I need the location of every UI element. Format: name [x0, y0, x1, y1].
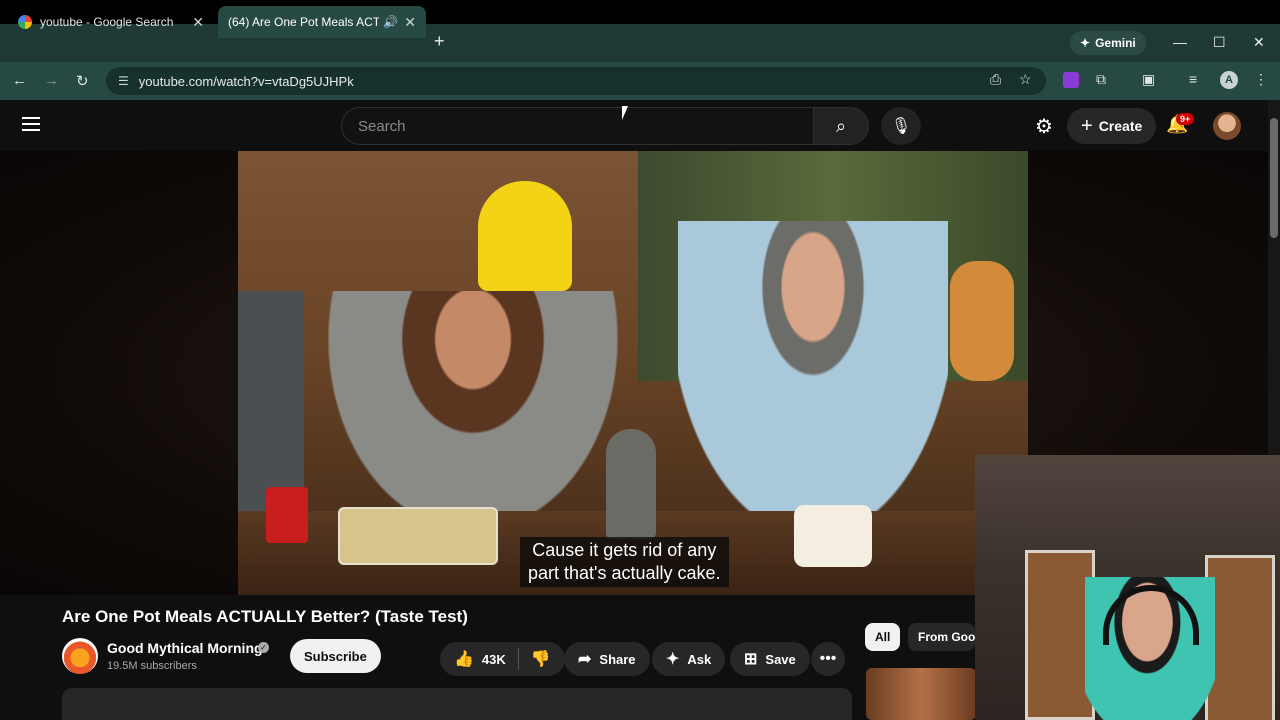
sparkle-icon: ✦ [1080, 36, 1091, 50]
scrollbar-thumb[interactable] [1270, 118, 1278, 238]
microphone-icon: 🎙 [890, 118, 912, 135]
gemini-label: Gemini [1095, 36, 1136, 50]
sparkle-icon: ✦ [666, 651, 680, 668]
tab-title: youtube - Google Search [40, 15, 174, 29]
share-label: Share [599, 651, 636, 667]
bookmark-icon: ⊞ [744, 651, 758, 668]
voice-search-button[interactable]: 🎙 [881, 107, 921, 145]
extension-purple-icon[interactable] [1063, 72, 1079, 88]
back-button[interactable]: ← [12, 72, 27, 89]
tab-title: (64) Are One Pot Meals ACTUALLY Better? … [228, 15, 380, 29]
plus-icon: + [1081, 114, 1093, 137]
chip-from-channel[interactable]: From Good [908, 623, 975, 651]
share-button[interactable]: ➦ Share [564, 642, 650, 676]
reload-button[interactable]: ↻ [76, 72, 89, 90]
mouse-cursor-icon [622, 106, 634, 120]
like-count[interactable]: 43K [482, 652, 506, 667]
site-settings-icon[interactable]: ☰ [118, 74, 129, 88]
speaker-icon[interactable]: 🔊 [383, 15, 398, 29]
video-scene-casserole-dish [338, 507, 498, 565]
media-controls-icon[interactable]: ≡ [1189, 71, 1197, 87]
caption-line: Cause it gets rid of any [532, 540, 717, 560]
extensions-icon[interactable]: ⧉ [1096, 71, 1106, 88]
webcam-overlay [975, 455, 1280, 720]
create-button[interactable]: + Create [1067, 108, 1157, 144]
video-scene-yellow-hat [478, 181, 572, 291]
more-actions-icon[interactable]: ••• [811, 642, 845, 676]
tab-youtube-video[interactable]: (64) Are One Pot Meals ACTUALLY Better? … [218, 6, 426, 116]
chip-all[interactable]: All [865, 623, 901, 651]
browser-menu-icon[interactable]: ⋮ [1254, 71, 1268, 88]
related-video-thumbnail[interactable] [866, 668, 976, 720]
subscribe-button[interactable]: Subscribe [290, 639, 381, 673]
search-icon: ⌕ [835, 115, 847, 136]
menu-icon[interactable] [22, 117, 40, 135]
screen: youtube - Google Search ✕ (64) Are One P… [0, 0, 1280, 720]
tab-search-icon[interactable]: ▣ [1142, 71, 1155, 88]
gemini-button[interactable]: ✦ Gemini [1070, 31, 1146, 55]
maximize-button[interactable]: ☐ [1213, 34, 1226, 51]
forward-button[interactable]: → [44, 72, 59, 89]
verified-check-icon: ✓ [258, 642, 269, 653]
google-icon [18, 15, 32, 29]
close-tab-icon[interactable]: ✕ [192, 14, 204, 31]
url-text: youtube.com/watch?v=vtaDg5UJHPk [138, 73, 354, 89]
browser-profile-avatar[interactable]: A [1220, 71, 1238, 89]
divider [517, 648, 519, 670]
video-scene-acoustic-guitar [950, 261, 1014, 381]
channel-name[interactable]: Good Mythical Morning [107, 640, 263, 656]
save-button[interactable]: ⊞ Save [730, 642, 810, 676]
search-input[interactable]: Search [341, 107, 813, 145]
share-arrow-icon: ➦ [578, 651, 592, 668]
video-scene-cake [794, 505, 872, 567]
channel-avatar[interactable] [62, 638, 98, 674]
address-bar[interactable]: ☰ youtube.com/watch?v=vtaDg5UJHPk [106, 67, 1046, 95]
like-dislike-group: 👍 43K 👎 [440, 642, 565, 676]
settings-gear-icon[interactable]: ⚙ [1035, 114, 1053, 139]
ask-button[interactable]: ✦ Ask [652, 642, 726, 676]
video-caption: Cause it gets rid of any part that's act… [520, 537, 729, 587]
video-scene-host-left [328, 291, 618, 531]
user-avatar[interactable] [1213, 112, 1241, 140]
new-tab-button[interactable]: + [434, 31, 445, 52]
search-placeholder: Search [358, 117, 406, 135]
video-scene-microphone [606, 429, 656, 539]
search-button[interactable]: ⌕ [813, 107, 869, 145]
tab-google-search[interactable]: youtube - Google Search ✕ [8, 6, 214, 38]
minimize-button[interactable]: — [1173, 34, 1187, 50]
close-window-button[interactable]: ✕ [1253, 34, 1265, 51]
webcam-scene-door [1205, 555, 1275, 720]
thumbs-up-icon[interactable]: 👍 [454, 649, 474, 669]
subscriber-count: 19.5M subscribers [107, 660, 197, 672]
browser-toolbar: ← → ↻ ☰ youtube.com/watch?v=vtaDg5UJHPk … [0, 62, 1280, 100]
video-player[interactable] [238, 151, 1028, 595]
caption-line: part that's actually cake. [528, 563, 721, 583]
description-box[interactable] [62, 688, 852, 720]
notification-badge: 9+ [1176, 113, 1195, 125]
video-scene-red-mug [266, 487, 308, 543]
video-title: Are One Pot Meals ACTUALLY Better? (Tast… [62, 607, 468, 626]
save-label: Save [765, 651, 796, 667]
thumbs-down-icon[interactable]: 👎 [531, 649, 551, 669]
close-tab-icon[interactable]: ✕ [404, 14, 416, 31]
install-app-icon[interactable]: ⎙ [990, 71, 1001, 88]
ask-label: Ask [687, 651, 712, 667]
create-label: Create [1098, 118, 1143, 134]
bookmark-star-icon[interactable]: ☆ [1019, 71, 1032, 88]
video-scene-host-right [678, 221, 948, 521]
